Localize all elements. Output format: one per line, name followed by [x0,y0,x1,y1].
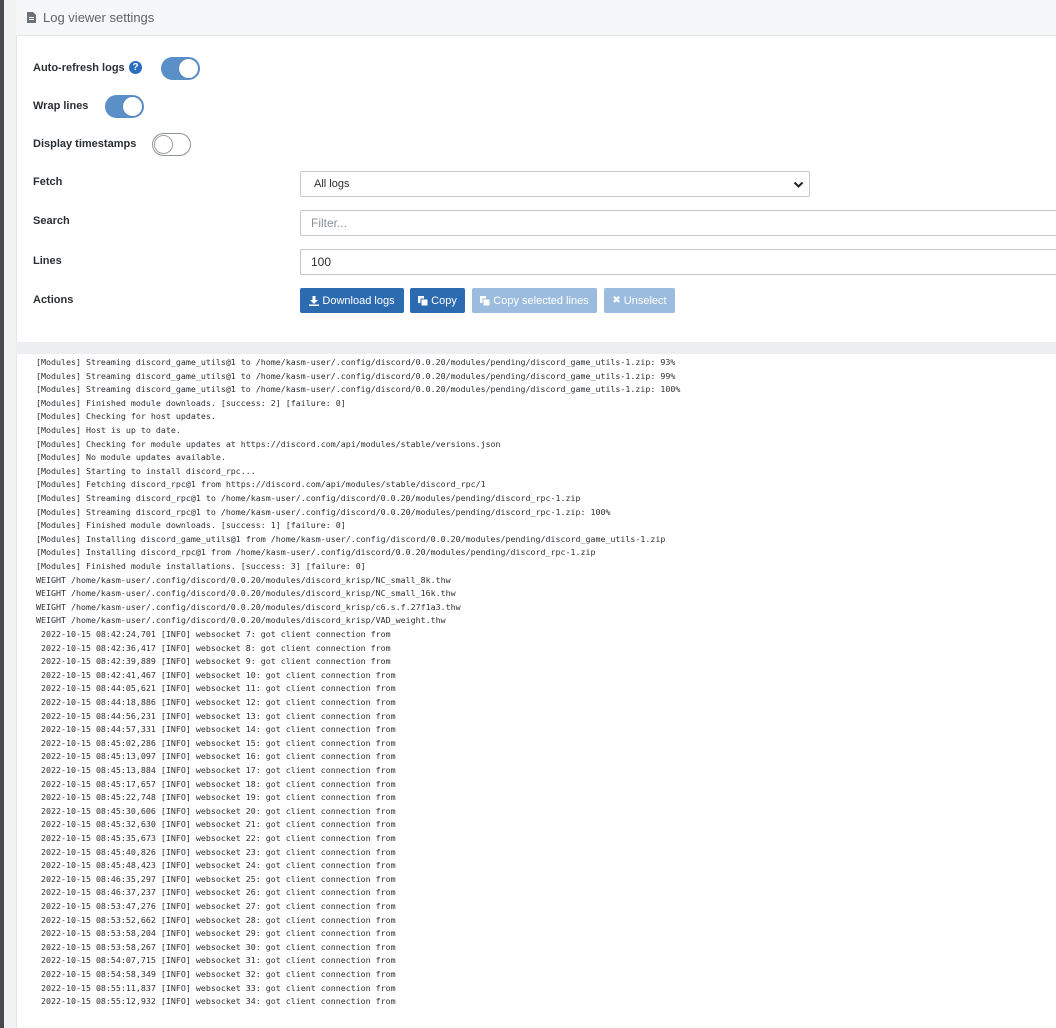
log-line[interactable]: 2022-10-15 08:53:52,662 [INFO] websocket… [36,914,396,928]
display-timestamps-label: Display timestamps [33,138,137,150]
log-line[interactable]: 2022-10-15 08:55:12,932 [INFO] websocket… [36,995,396,1009]
log-line[interactable]: 2022-10-15 08:54:07,715 [INFO] websocket… [36,954,396,968]
log-line[interactable]: WEIGHT /home/kasm-user/.config/discord/0… [36,574,451,588]
log-line[interactable]: [Modules] Installing discord_game_utils@… [36,533,665,547]
lines-label: Lines [33,255,62,267]
log-line[interactable]: 2022-10-15 08:44:18,886 [INFO] websocket… [36,696,396,710]
log-line[interactable]: 2022-10-15 08:45:13,097 [INFO] websocket… [36,750,396,764]
lines-input[interactable] [300,249,1056,275]
log-line[interactable]: 2022-10-15 08:45:13,884 [INFO] websocket… [36,764,396,778]
log-line[interactable]: 2022-10-15 08:54:58,349 [INFO] websocket… [36,968,396,982]
log-line[interactable]: 2022-10-15 08:44:57,331 [INFO] websocket… [36,723,396,737]
log-line[interactable]: 2022-10-15 08:45:48,423 [INFO] websocket… [36,859,396,873]
unselect-label: Unselect [623,294,667,307]
left-rail [0,0,4,1028]
search-label: Search [33,215,70,227]
log-line[interactable]: 2022-10-15 08:45:30,606 [INFO] websocket… [36,805,396,819]
log-line[interactable]: [Modules] Starting to install discord_rp… [36,465,256,479]
auto-refresh-label: Auto-refresh logs [33,62,125,74]
log-output[interactable]: [Modules] Streaming discord_game_utils@1… [16,354,1056,1028]
unselect-button[interactable]: ✖ Unselect [604,288,675,313]
toggle-knob [123,97,142,116]
section-divider [16,342,1056,354]
log-line[interactable]: WEIGHT /home/kasm-user/.config/discord/0… [36,587,456,601]
log-line[interactable]: [Modules] Streaming discord_game_utils@1… [36,383,680,397]
log-line[interactable]: [Modules] Checking for module updates at… [36,438,501,452]
log-line[interactable]: 2022-10-15 08:53:58,267 [INFO] websocket… [36,941,396,955]
copy-button[interactable]: Copy [410,288,465,313]
copy-icon [480,295,491,306]
log-line[interactable]: [Modules] Streaming discord_rpc@1 to /ho… [36,506,610,520]
log-line[interactable]: [Modules] Finished module installations.… [36,560,366,574]
log-line[interactable]: [Modules] Streaming discord_game_utils@1… [36,356,675,370]
log-line[interactable]: WEIGHT /home/kasm-user/.config/discord/0… [36,614,446,628]
toggle-knob [154,135,173,154]
log-line[interactable]: 2022-10-15 08:45:17,657 [INFO] websocket… [36,778,396,792]
log-line[interactable]: 2022-10-15 08:55:11,837 [INFO] websocket… [36,982,396,996]
log-line[interactable]: [Modules] Finished module downloads. [su… [36,519,346,533]
log-line[interactable]: [Modules] Streaming discord_game_utils@1… [36,370,675,384]
settings-panel: Auto-refresh logs ? Wrap lines Display t… [16,36,1056,342]
log-line[interactable]: WEIGHT /home/kasm-user/.config/discord/0… [36,601,461,615]
log-line[interactable]: 2022-10-15 08:42:39,889 [INFO] websocket… [36,655,391,669]
log-line[interactable]: 2022-10-15 08:45:02,286 [INFO] websocket… [36,737,396,751]
log-line[interactable]: 2022-10-15 08:46:37,237 [INFO] websocket… [36,886,396,900]
log-line[interactable]: [Modules] Streaming discord_rpc@1 to /ho… [36,492,580,506]
log-line[interactable]: 2022-10-15 08:44:56,231 [INFO] websocket… [36,710,396,724]
toggle-knob [179,59,198,78]
log-line[interactable]: [Modules] Checking for host updates. [36,410,216,424]
display-timestamps-toggle[interactable] [152,133,191,156]
log-line[interactable]: 2022-10-15 08:53:47,276 [INFO] websocket… [36,900,396,914]
log-line[interactable]: 2022-10-15 08:44:05,621 [INFO] websocket… [36,682,396,696]
search-input[interactable] [300,210,1056,236]
log-line[interactable]: 2022-10-15 08:42:41,467 [INFO] websocket… [36,669,396,683]
auto-refresh-toggle[interactable] [161,57,200,80]
copy-icon [418,295,429,306]
download-logs-label: Download logs [322,294,395,307]
actions-label: Actions [33,294,74,306]
log-line[interactable]: [Modules] No module updates available. [36,451,226,465]
download-logs-button[interactable]: Download logs [300,288,404,313]
copy-selected-lines-button[interactable]: Copy selected lines [472,288,597,313]
log-line[interactable]: 2022-10-15 08:45:35,673 [INFO] websocket… [36,832,396,846]
log-line[interactable]: [Modules] Finished module downloads. [su… [36,397,346,411]
wrap-lines-label: Wrap lines [33,100,89,112]
download-icon [309,295,320,306]
question-circle-icon[interactable]: ? [129,61,142,74]
chevron-down-icon [793,181,804,188]
log-line[interactable]: 2022-10-15 08:46:35,297 [INFO] websocket… [36,873,396,887]
copy-selected-lines-label: Copy selected lines [493,294,589,307]
log-line[interactable]: 2022-10-15 08:45:22,748 [INFO] websocket… [36,791,396,805]
copy-label: Copy [431,294,457,307]
log-line[interactable]: [Modules] Fetching discord_rpc@1 from ht… [36,478,486,492]
log-line[interactable]: 2022-10-15 08:42:36,417 [INFO] websocket… [36,642,391,656]
fetch-select[interactable]: All logs [300,171,810,197]
log-line[interactable]: 2022-10-15 08:45:40,826 [INFO] websocket… [36,846,396,860]
log-line[interactable]: 2022-10-15 08:53:58,204 [INFO] websocket… [36,927,396,941]
log-line[interactable]: [Modules] Host is up to date. [36,424,181,438]
card-title: Log viewer settings [43,10,155,25]
document-icon [27,12,36,23]
fetch-label: Fetch [33,176,63,188]
card-header: Log viewer settings [16,0,1056,36]
fetch-select-value: All logs [314,178,350,190]
close-icon: ✖ [612,295,621,306]
log-line[interactable]: [Modules] Installing discord_rpc@1 from … [36,546,595,560]
log-line[interactable]: 2022-10-15 08:45:32,630 [INFO] websocket… [36,818,396,832]
wrap-lines-toggle[interactable] [105,95,144,118]
log-line[interactable]: 2022-10-15 08:42:24,701 [INFO] websocket… [36,628,391,642]
